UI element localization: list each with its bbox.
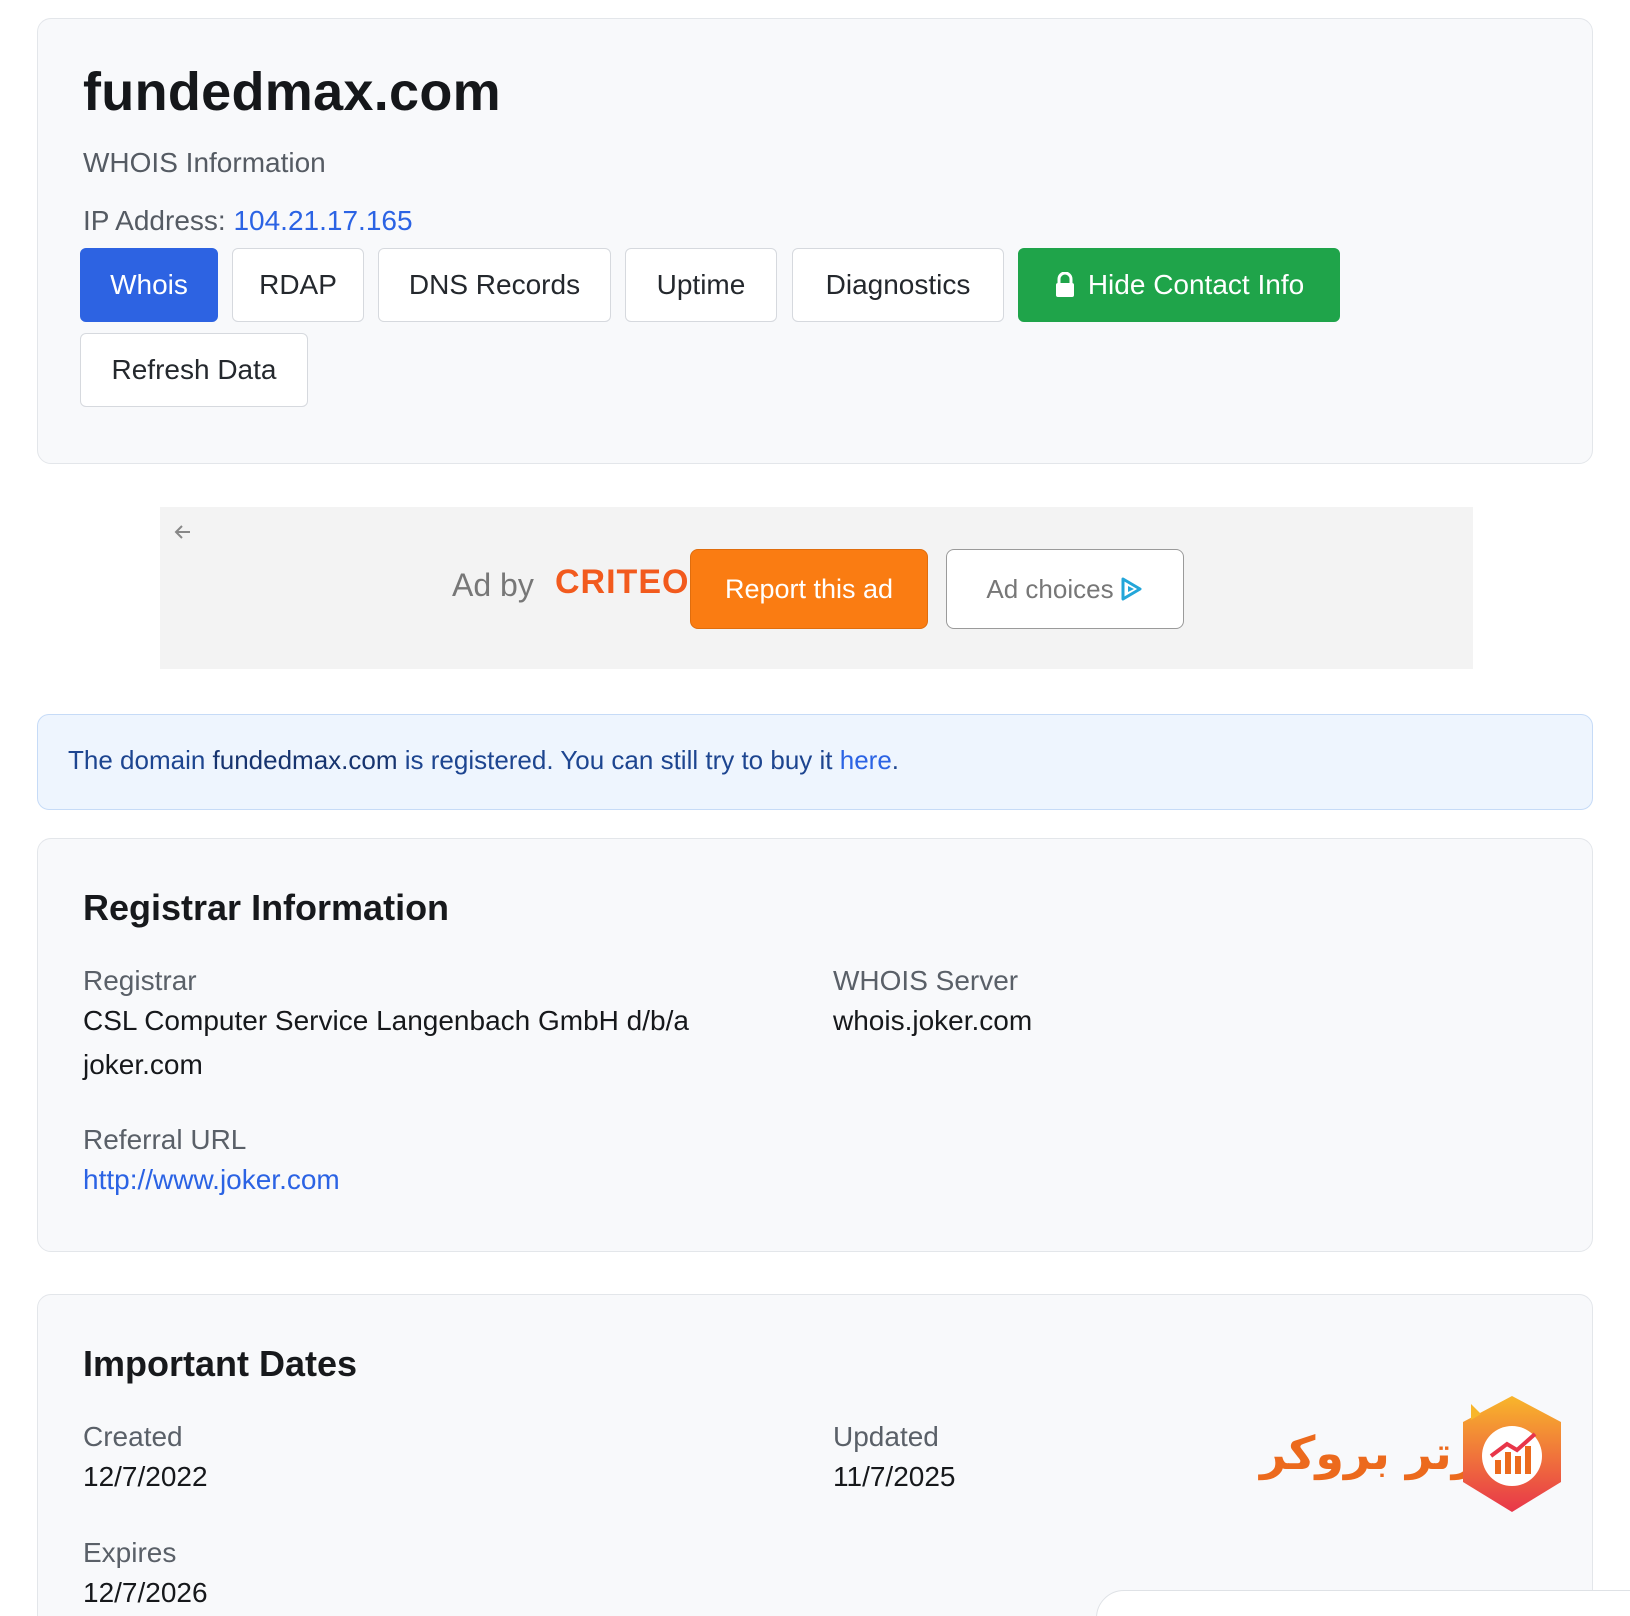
ip-address-line: IP Address: 104.21.17.165 <box>83 205 413 237</box>
registrar-section-title: Registrar Information <box>83 887 450 928</box>
expires-label: Expires <box>83 1537 177 1568</box>
ad-choices-label: Ad choices <box>986 573 1114 604</box>
domain-header-card: fundedmax.com WHOIS Information IP Addre… <box>37 18 1593 464</box>
created-label: Created <box>83 1421 183 1452</box>
report-ad-button[interactable]: Report this ad <box>690 549 928 629</box>
page-subtitle: WHOIS Information <box>83 147 326 178</box>
referral-url-link[interactable]: http://www.joker.com <box>83 1158 340 1202</box>
notice-prefix: The domain <box>68 745 213 775</box>
registrar-value: CSL Computer Service Langenbach GmbH d/b… <box>83 1005 689 1080</box>
arrow-left-icon[interactable] <box>170 519 196 545</box>
tab-diagnostics[interactable]: Diagnostics <box>792 248 1004 322</box>
registrar-information-card: Registrar Information Registrar CSL Comp… <box>37 838 1593 1252</box>
registrar-label: Registrar <box>83 965 197 996</box>
ip-address-label: IP Address: <box>83 205 234 236</box>
tab-uptime[interactable]: Uptime <box>625 248 777 322</box>
lock-icon <box>1055 272 1074 297</box>
buy-domain-link[interactable]: here <box>840 745 892 775</box>
ad-by-label: Ad by <box>452 567 534 603</box>
tab-whois[interactable]: Whois <box>80 248 218 322</box>
whois-server-value: whois.joker.com <box>833 1005 1033 1036</box>
ad-choices-icon <box>1121 577 1142 601</box>
updated-label: Updated <box>833 1421 939 1452</box>
whois-server-label: WHOIS Server <box>833 965 1019 996</box>
domain-title: fundedmax.com <box>83 62 501 122</box>
ad-banner: Ad by CRITEO Report this ad Ad choices <box>160 507 1473 669</box>
watermark-logo-icon <box>1463 1396 1561 1512</box>
ip-address-value[interactable]: 104.21.17.165 <box>233 205 412 236</box>
notice-suffix: . <box>891 745 900 775</box>
ad-choices-button[interactable]: Ad choices <box>946 549 1184 629</box>
notice-text: The domain fundedmax.com is registered. … <box>68 745 899 776</box>
tab-rdap[interactable]: RDAP <box>232 248 364 322</box>
floating-widget[interactable] <box>1096 1590 1630 1616</box>
expires-value: 12/7/2026 <box>83 1577 208 1608</box>
dates-section-title: Important Dates <box>83 1343 358 1384</box>
notice-domain: fundedmax.com <box>212 745 398 775</box>
updated-value: 11/7/2025 <box>833 1461 956 1492</box>
refresh-data-button[interactable]: Refresh Data <box>80 333 308 407</box>
registration-notice: The domain fundedmax.com is registered. … <box>37 714 1593 810</box>
tab-dns-records[interactable]: DNS Records <box>378 248 611 322</box>
watermark: برتر بروکر <box>1260 1390 1570 1525</box>
created-value: 12/7/2022 <box>83 1461 208 1492</box>
referral-url-label: Referral URL <box>83 1124 247 1155</box>
hide-contact-info-button[interactable]: Hide Contact Info <box>1018 248 1340 322</box>
criteo-logo: CRITEO <box>555 563 690 601</box>
hide-contact-info-label: Hide Contact Info <box>1087 269 1305 300</box>
notice-middle: is registered. You can still try to buy … <box>397 745 840 775</box>
